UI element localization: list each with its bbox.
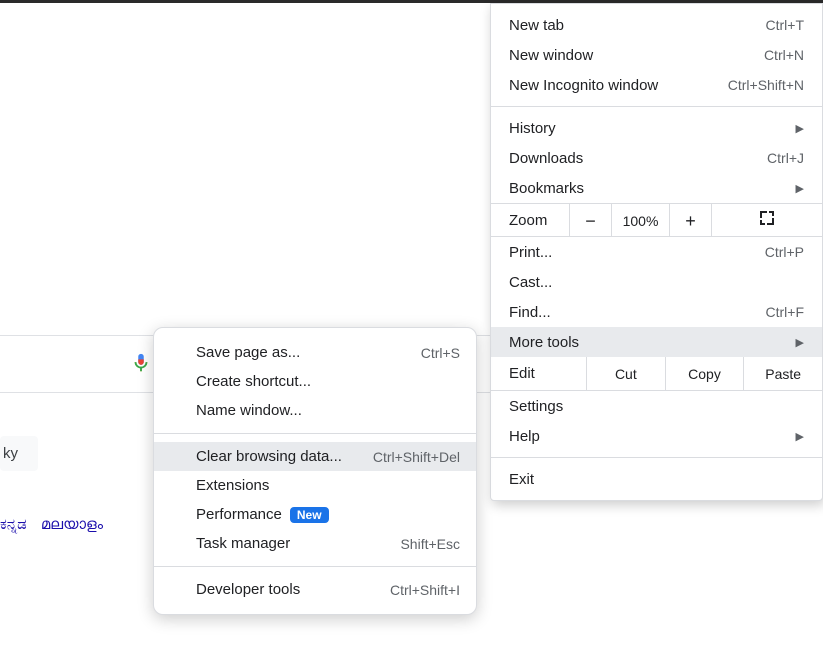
menu-item-bookmarks[interactable]: Bookmarks ▶ <box>491 173 822 203</box>
language-link[interactable]: ಕನ್ನಡ <box>0 516 27 533</box>
feeling-lucky-button[interactable]: ky <box>0 436 38 471</box>
more-tools-submenu: Save page as... Ctrl+S Create shortcut..… <box>153 327 477 615</box>
menu-item-cast[interactable]: Cast... <box>491 267 822 297</box>
edit-cut-button[interactable]: Cut <box>587 357 666 390</box>
menu-item-find[interactable]: Find... Ctrl+F <box>491 297 822 327</box>
language-link[interactable]: മലയാളം <box>41 516 103 533</box>
submenu-arrow-icon: ▶ <box>796 122 804 135</box>
submenu-item-name-window[interactable]: Name window... <box>154 396 476 425</box>
submenu-item-create-shortcut[interactable]: Create shortcut... <box>154 367 476 396</box>
menu-separator <box>491 106 822 107</box>
submenu-arrow-icon: ▶ <box>796 182 804 195</box>
edit-copy-button[interactable]: Copy <box>666 357 745 390</box>
new-badge: New <box>290 507 329 523</box>
zoom-out-button[interactable]: − <box>569 204 611 236</box>
menu-item-new-window[interactable]: New window Ctrl+N <box>491 40 822 70</box>
chrome-main-menu: New tab Ctrl+T New window Ctrl+N New Inc… <box>490 3 823 501</box>
submenu-item-save-page[interactable]: Save page as... Ctrl+S <box>154 338 476 367</box>
submenu-arrow-icon: ▶ <box>796 430 804 443</box>
language-links: ಕನ್ನಡ മലയാളം <box>0 516 113 533</box>
submenu-arrow-icon: ▶ <box>796 336 804 349</box>
zoom-in-button[interactable]: + <box>669 204 711 236</box>
fullscreen-icon <box>760 211 774 225</box>
menu-item-print[interactable]: Print... Ctrl+P <box>491 237 822 267</box>
menu-item-downloads[interactable]: Downloads Ctrl+J <box>491 143 822 173</box>
menu-item-settings[interactable]: Settings <box>491 391 822 421</box>
submenu-item-clear-browsing-data[interactable]: Clear browsing data... Ctrl+Shift+Del <box>154 442 476 471</box>
menu-item-exit[interactable]: Exit <box>491 464 822 494</box>
fullscreen-button[interactable] <box>711 204 822 236</box>
submenu-item-performance[interactable]: Performance New <box>154 500 476 529</box>
submenu-item-extensions[interactable]: Extensions <box>154 471 476 500</box>
menu-item-more-tools[interactable]: More tools ▶ <box>491 327 822 357</box>
submenu-separator <box>154 566 476 567</box>
menu-item-new-tab[interactable]: New tab Ctrl+T <box>491 10 822 40</box>
menu-separator <box>491 457 822 458</box>
zoom-label: Zoom <box>491 212 569 229</box>
edit-paste-button[interactable]: Paste <box>744 357 822 390</box>
submenu-item-task-manager[interactable]: Task manager Shift+Esc <box>154 529 476 558</box>
submenu-item-developer-tools[interactable]: Developer tools Ctrl+Shift+I <box>154 575 476 604</box>
menu-item-history[interactable]: History ▶ <box>491 113 822 143</box>
menu-edit-row: Edit Cut Copy Paste <box>491 357 822 391</box>
menu-item-help[interactable]: Help ▶ <box>491 421 822 451</box>
zoom-value: 100% <box>611 204 669 236</box>
edit-label: Edit <box>491 357 587 390</box>
menu-item-new-incognito[interactable]: New Incognito window Ctrl+Shift+N <box>491 70 822 100</box>
menu-zoom-row: Zoom − 100% + <box>491 203 822 237</box>
voice-search-icon[interactable] <box>130 352 152 374</box>
submenu-separator <box>154 433 476 434</box>
